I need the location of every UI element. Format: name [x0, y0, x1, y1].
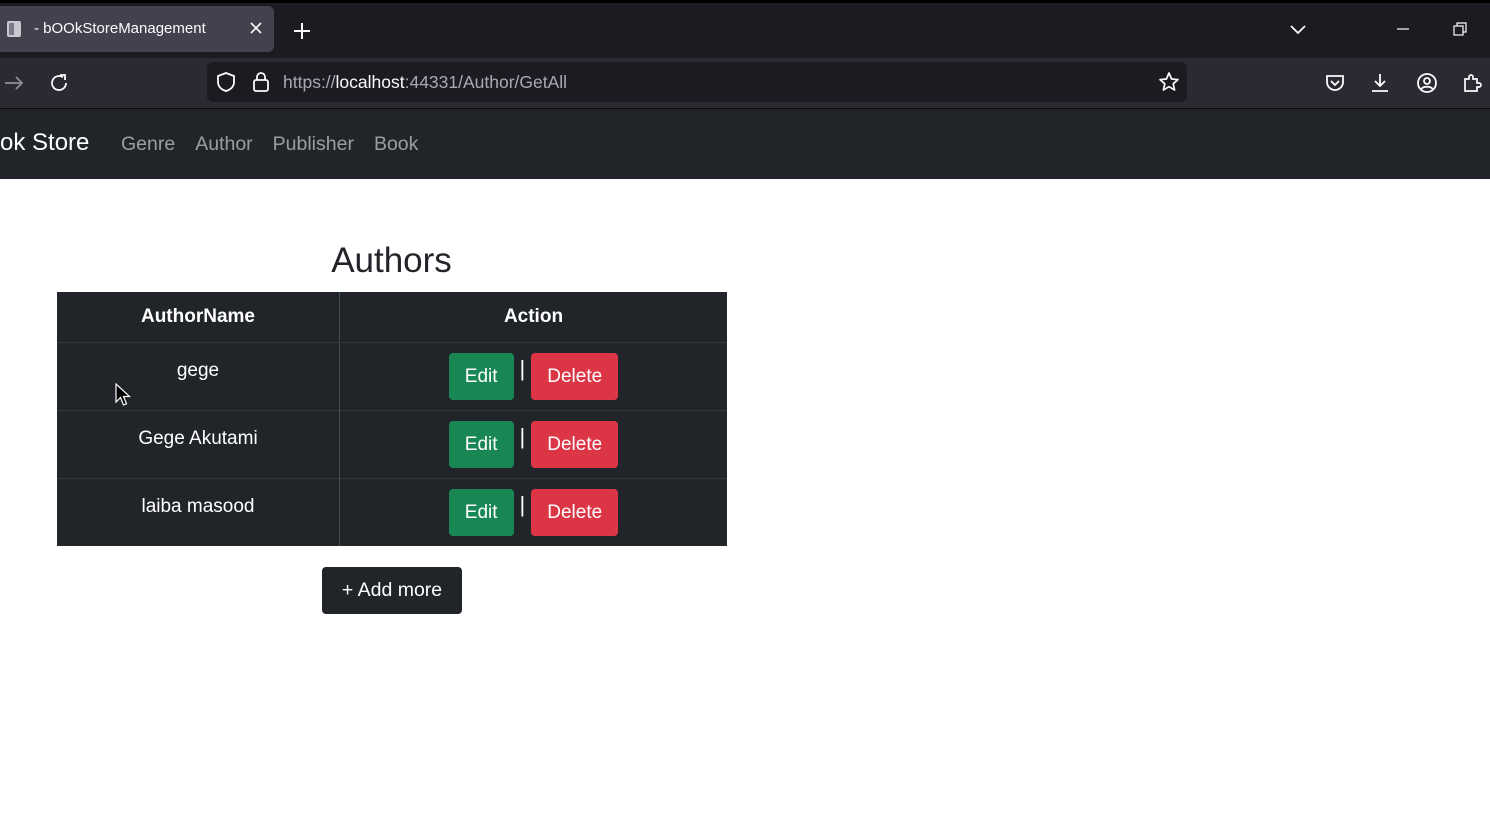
edit-button[interactable]: Edit [448, 353, 514, 400]
nav-link-publisher[interactable]: Publisher [263, 133, 364, 156]
address-bar[interactable]: https://localhost:44331/Author/GetAll [207, 62, 1187, 102]
action-cell: Edit | Delete [339, 478, 727, 546]
mouse-cursor-icon [115, 383, 131, 406]
column-header-action: Action [339, 292, 727, 343]
url-text[interactable]: https://localhost:44331/Author/GetAll [283, 72, 567, 93]
nav-link-genre[interactable]: Genre [111, 133, 185, 156]
page-title: Authors [331, 241, 452, 280]
action-cell: Edit | Delete [339, 410, 727, 479]
table-header-row: AuthorName Action [57, 292, 727, 343]
action-cell: Edit | Delete [339, 342, 727, 411]
minimize-icon[interactable] [1392, 18, 1414, 40]
restore-icon[interactable] [1449, 18, 1471, 40]
edit-button[interactable]: Edit [448, 489, 514, 536]
add-more-button[interactable]: + Add more [322, 567, 462, 614]
nav-link-author[interactable]: Author [185, 133, 262, 156]
nav-link-book[interactable]: Book [364, 133, 428, 156]
author-name: laiba masood [141, 495, 255, 517]
bookmark-star-icon[interactable] [1157, 70, 1181, 94]
window-top-edge [0, 0, 1490, 3]
reload-icon[interactable] [47, 71, 71, 95]
table-row: laiba masood Edit | Delete [57, 478, 727, 546]
download-icon[interactable] [1368, 71, 1392, 95]
browser-tab-strip: - bOOkStoreManagement [0, 0, 1490, 58]
column-header-authorname: AuthorName [57, 292, 340, 343]
url-host: localhost [335, 72, 405, 92]
site-navbar: ok Store Genre Author Publisher Book [0, 109, 1490, 179]
lock-icon[interactable] [249, 70, 273, 94]
extensions-icon[interactable] [1460, 71, 1484, 95]
action-separator: | [519, 491, 526, 517]
browser-tab[interactable]: - bOOkStoreManagement [0, 6, 274, 52]
delete-button[interactable]: Delete [531, 353, 619, 400]
close-tab-icon[interactable] [246, 18, 266, 38]
author-name: Gege Akutami [138, 427, 258, 449]
author-name-cell: gege [57, 342, 340, 411]
list-tabs-chevron-icon[interactable] [1287, 18, 1309, 40]
action-separator: | [519, 355, 526, 381]
forward-arrow-icon[interactable] [2, 71, 26, 95]
action-separator: | [519, 423, 526, 449]
delete-button[interactable]: Delete [531, 421, 619, 468]
table-row: Gege Akutami Edit | Delete [57, 410, 727, 479]
author-name-cell: Gege Akutami [57, 410, 340, 479]
url-scheme: https:// [283, 72, 336, 92]
site-brand[interactable]: ok Store [0, 129, 89, 157]
author-name: gege [176, 359, 220, 381]
table-row: gege Edit | Delete [57, 342, 727, 411]
page-icon [7, 21, 21, 37]
delete-button[interactable]: Delete [531, 489, 619, 536]
shield-icon[interactable] [214, 70, 238, 94]
pocket-icon[interactable] [1323, 71, 1347, 95]
authors-table: AuthorName Action gege Edit | Delete Geg… [57, 292, 727, 546]
tab-title: - bOOkStoreManagement [34, 20, 206, 37]
account-icon[interactable] [1415, 71, 1439, 95]
author-name-cell: laiba masood [57, 478, 340, 546]
edit-button[interactable]: Edit [448, 421, 514, 468]
new-tab-icon[interactable] [291, 20, 313, 42]
site-nav-links: Genre Author Publisher Book [111, 133, 428, 156]
browser-toolbar: https://localhost:44331/Author/GetAll [0, 58, 1490, 108]
url-path: :44331/Author/GetAll [404, 72, 568, 92]
